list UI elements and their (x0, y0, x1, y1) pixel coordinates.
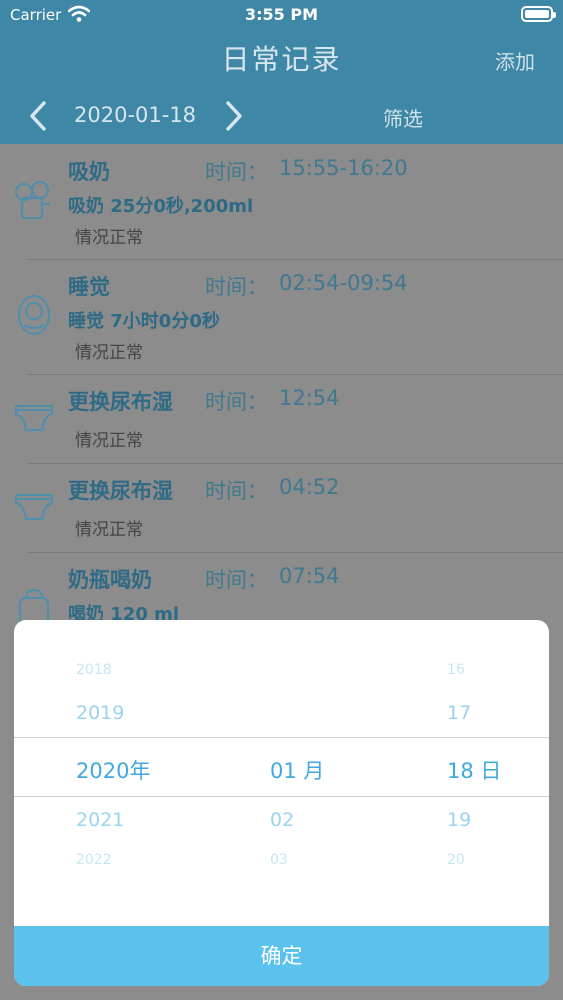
year-option[interactable]: 2019 (76, 702, 124, 724)
list-item[interactable]: 吸奶 时间： 15:55-16:20 吸奶 25分0秒,200ml 情况正常 (0, 144, 563, 260)
record-status: 情况正常 (75, 431, 143, 451)
month-option[interactable]: 02 (270, 809, 294, 831)
time-label: 时间： (205, 390, 268, 414)
record-title: 更换尿布湿 (68, 390, 173, 414)
day-option[interactable]: 19 (447, 809, 471, 831)
record-status: 情况正常 (75, 520, 143, 540)
day-option[interactable]: 16 (447, 662, 465, 678)
list-item[interactable]: 更换尿布湿 时间： 12:54 情况正常 (0, 374, 563, 464)
time-label: 时间： (205, 568, 268, 592)
record-detail: 吸奶 25分0秒,200ml (68, 196, 254, 217)
record-time: 12:54 (279, 386, 340, 410)
page-title: 日常记录 (221, 43, 342, 76)
record-time: 15:55-16:20 (279, 156, 408, 180)
year-selected[interactable]: 2020年 (76, 755, 150, 785)
record-status: 情况正常 (75, 343, 143, 363)
month-selected[interactable]: 01 月 (270, 755, 324, 785)
record-detail: 睡觉 7小时0分0秒 (68, 311, 220, 332)
day-option[interactable]: 20 (447, 852, 465, 868)
status-bar: Carrier 3:55 PM (0, 0, 563, 30)
record-title: 奶瓶喝奶 (68, 568, 152, 592)
header-bar: Carrier 3:55 PM 日常记录 添加 2020-01-18 筛选 (0, 0, 563, 144)
record-title: 睡觉 (68, 275, 110, 299)
day-option[interactable]: 17 (447, 702, 471, 724)
breast-pump-icon (15, 181, 50, 219)
sleeping-baby-icon (18, 295, 50, 335)
list-item[interactable]: 睡觉 时间： 02:54-09:54 睡觉 7小时0分0秒 情况正常 (0, 259, 563, 375)
chevron-left-icon[interactable] (26, 98, 52, 134)
chevron-right-icon[interactable] (220, 98, 246, 134)
record-status: 情况正常 (75, 228, 143, 248)
list-item[interactable]: 更换尿布湿 时间： 04:52 情况正常 (0, 463, 563, 553)
record-time: 07:54 (279, 564, 340, 588)
time-label: 时间： (205, 160, 268, 184)
diaper-icon (15, 405, 53, 431)
add-button[interactable]: 添加 (495, 46, 535, 75)
day-selected[interactable]: 18 日 (447, 755, 501, 785)
filter-button[interactable]: 筛选 (383, 103, 423, 132)
year-option[interactable]: 2021 (76, 809, 124, 831)
month-option[interactable]: 03 (270, 852, 288, 868)
year-option[interactable]: 2022 (76, 852, 112, 868)
time-label: 时间： (205, 275, 268, 299)
current-date[interactable]: 2020-01-18 (74, 103, 196, 127)
battery-icon (521, 6, 556, 22)
confirm-button[interactable]: 确定 (14, 926, 549, 986)
record-time: 02:54-09:54 (279, 271, 408, 295)
clock: 3:55 PM (244, 5, 318, 24)
date-picker-sheet: 2018 2019 2020年 2021 2022 01 月 02 03 16 … (14, 620, 549, 986)
record-title: 吸奶 (68, 160, 110, 184)
record-time: 04:52 (279, 475, 340, 499)
year-option[interactable]: 2018 (76, 662, 112, 678)
record-title: 更换尿布湿 (68, 479, 173, 503)
time-label: 时间： (205, 479, 268, 503)
diaper-icon (15, 494, 53, 520)
